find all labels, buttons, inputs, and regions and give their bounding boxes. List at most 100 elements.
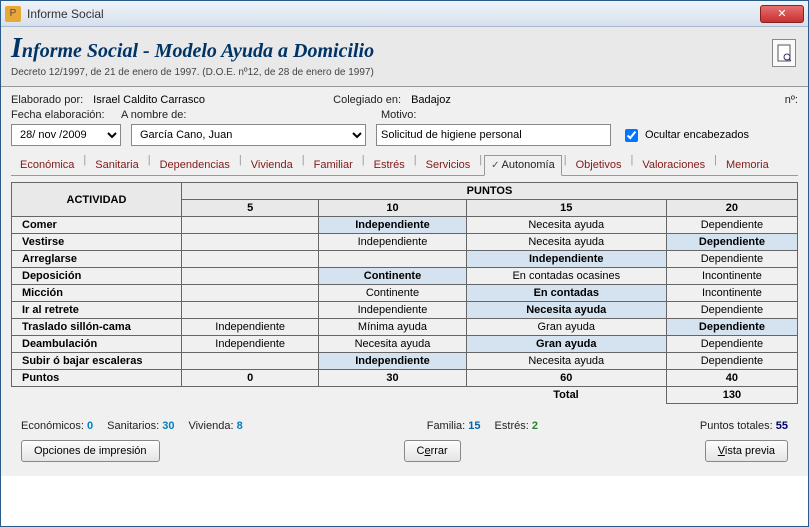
- tab-memoria[interactable]: Memoria: [719, 155, 776, 176]
- grid-cell[interactable]: En contadas ocasines: [466, 268, 666, 285]
- grid-cell[interactable]: Independiente: [466, 251, 666, 268]
- grid-cell[interactable]: Independiente: [182, 319, 319, 336]
- grid-cell[interactable]: [182, 217, 319, 234]
- col-10: 10: [319, 200, 466, 217]
- total-value: 130: [666, 387, 797, 404]
- grid-cell[interactable]: En contadas: [466, 285, 666, 302]
- titlebar: P Informe Social ✕: [1, 1, 808, 27]
- ocultar-label: Ocultar encabezados: [645, 129, 749, 141]
- elaborado-label: Elaborado por:: [11, 94, 83, 106]
- print-options-button[interactable]: Opciones de impresión: [21, 440, 160, 462]
- colegiado-value: Badajoz: [411, 94, 775, 106]
- grid-cell[interactable]: [182, 268, 319, 285]
- grid-cell[interactable]: Gran ayuda: [466, 336, 666, 353]
- san-label: Sanitarios:: [107, 420, 159, 432]
- summary-line: Económicos: 0 Sanitarios: 30 Vivienda: 8…: [11, 420, 798, 432]
- grid-cell[interactable]: Continente: [319, 285, 466, 302]
- san-value: 30: [162, 420, 174, 432]
- grid-cell[interactable]: Incontinente: [666, 268, 797, 285]
- motivo-label: Motivo:: [381, 109, 416, 121]
- grid-cell[interactable]: Dependiente: [666, 234, 797, 251]
- puntos-cell: 40: [666, 370, 797, 387]
- tab-sanitaria[interactable]: Sanitaria: [88, 155, 145, 176]
- window-title: Informe Social: [27, 7, 104, 21]
- close-button[interactable]: Cerrar: [404, 440, 461, 462]
- colegiado-label: Colegiado en:: [333, 94, 401, 106]
- elaborado-value: Israel Caldito Carrasco: [93, 94, 323, 106]
- tab-autonomía[interactable]: Autonomía: [484, 155, 562, 176]
- tot-value: 55: [776, 420, 788, 432]
- puntos-label: Puntos: [12, 370, 182, 387]
- grid-cell[interactable]: Gran ayuda: [466, 319, 666, 336]
- activity-cell: Subir ó bajar escaleras: [12, 353, 182, 370]
- tab-estrés[interactable]: Estrés: [367, 155, 412, 176]
- tab-valoraciones[interactable]: Valoraciones: [635, 155, 712, 176]
- grid-cell[interactable]: Dependiente: [666, 302, 797, 319]
- grid-cell[interactable]: Necesita ayuda: [466, 234, 666, 251]
- ocultar-checkbox[interactable]: Ocultar encabezados: [621, 126, 749, 145]
- grid-cell[interactable]: Necesita ayuda: [319, 336, 466, 353]
- grid-cell[interactable]: Necesita ayuda: [466, 217, 666, 234]
- viv-label: Vivienda:: [188, 420, 233, 432]
- puntos-cell: 60: [466, 370, 666, 387]
- puntos-cell: 0: [182, 370, 319, 387]
- tab-económica[interactable]: Económica: [13, 155, 81, 176]
- page-title: Informe Social - Modelo Ayuda a Domicili…: [11, 33, 798, 65]
- window-close-button[interactable]: ✕: [760, 5, 804, 23]
- app-icon: P: [5, 6, 21, 22]
- tab-servicios[interactable]: Servicios: [419, 155, 478, 176]
- grid-cell[interactable]: Dependiente: [666, 353, 797, 370]
- total-label: Total: [466, 387, 666, 404]
- fecha-label: Fecha elaboración:: [11, 109, 111, 121]
- econ-value: 0: [87, 420, 93, 432]
- col-15: 15: [466, 200, 666, 217]
- grid-cell[interactable]: Dependiente: [666, 217, 797, 234]
- form-body: Elaborado por: Israel Caldito Carrasco C…: [1, 87, 808, 476]
- grid-cell[interactable]: [182, 285, 319, 302]
- grid-cell[interactable]: [319, 251, 466, 268]
- grid-cell[interactable]: [182, 302, 319, 319]
- motivo-input[interactable]: [376, 124, 611, 146]
- tab-familiar[interactable]: Familiar: [307, 155, 360, 176]
- autonomy-table: ACTIVIDAD PUNTOS 5101520 ComerIndependie…: [11, 182, 798, 404]
- grid-cell[interactable]: Incontinente: [666, 285, 797, 302]
- tab-objetivos[interactable]: Objetivos: [569, 155, 629, 176]
- activity-cell: Deposición: [12, 268, 182, 285]
- activity-cell: Micción: [12, 285, 182, 302]
- col-actividad: ACTIVIDAD: [12, 183, 182, 217]
- grid-cell[interactable]: Necesita ayuda: [466, 302, 666, 319]
- grid-cell[interactable]: Independiente: [319, 234, 466, 251]
- activity-cell: Vestirse: [12, 234, 182, 251]
- grid-cell[interactable]: Independiente: [319, 302, 466, 319]
- page-header: Informe Social - Modelo Ayuda a Domicili…: [1, 27, 808, 87]
- grid-cell[interactable]: [182, 353, 319, 370]
- preview-button[interactable]: Vista previa: [705, 440, 788, 462]
- print-preview-icon[interactable]: [772, 39, 796, 67]
- grid-cell[interactable]: Dependiente: [666, 251, 797, 268]
- tab-vivienda[interactable]: Vivienda: [244, 155, 300, 176]
- grid-cell[interactable]: Dependiente: [666, 319, 797, 336]
- grid-cell[interactable]: Independiente: [182, 336, 319, 353]
- ocultar-check-input[interactable]: [625, 129, 638, 142]
- grid-cell[interactable]: [182, 251, 319, 268]
- activity-cell: Comer: [12, 217, 182, 234]
- nombre-select[interactable]: García Cano, Juan: [131, 124, 366, 146]
- page-subtitle: Decreto 12/1997, de 21 de enero de 1997.…: [11, 67, 798, 78]
- grid-cell[interactable]: Independiente: [319, 217, 466, 234]
- numero-label: nº:: [785, 94, 798, 106]
- grid-cell[interactable]: Mínima ayuda: [319, 319, 466, 336]
- est-value: 2: [532, 420, 538, 432]
- tab-dependencias[interactable]: Dependencias: [153, 155, 237, 176]
- app-window: P Informe Social ✕ Informe Social - Mode…: [0, 0, 809, 527]
- col-20: 20: [666, 200, 797, 217]
- grid-cell[interactable]: Independiente: [319, 353, 466, 370]
- fecha-select[interactable]: 28/ nov /2009: [11, 124, 121, 146]
- grid-cell[interactable]: Continente: [319, 268, 466, 285]
- viv-value: 8: [237, 420, 243, 432]
- fam-label: Familia:: [427, 420, 466, 432]
- grid-cell[interactable]: [182, 234, 319, 251]
- grid-cell[interactable]: Dependiente: [666, 336, 797, 353]
- tab-bar: Económica|Sanitaria|Dependencias|Viviend…: [11, 154, 798, 176]
- grid-cell[interactable]: Necesita ayuda: [466, 353, 666, 370]
- nombre-label: A nombre de:: [121, 109, 371, 121]
